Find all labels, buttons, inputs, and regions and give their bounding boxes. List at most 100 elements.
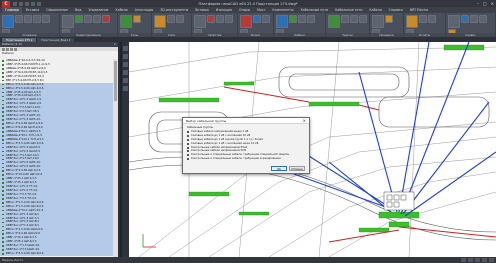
ribbon-tool-button[interactable] [253, 15, 261, 23]
cable-list-scrollbar[interactable] [113, 59, 118, 257]
checkbox-icon[interactable] [187, 130, 189, 133]
collapse-icon[interactable] [14, 47, 17, 51]
cable-label: ВВГнг-3*2,5-0,66 ЩО-4/2,6 [6, 200, 44, 204]
ribbon-tool-button[interactable] [448, 15, 460, 28]
app-logo-icon[interactable]: C [2, 0, 10, 7]
cable-icon [2, 154, 4, 157]
ribbon-tool-button[interactable] [240, 15, 252, 28]
checkbox-icon[interactable] [187, 150, 189, 153]
grid-toggle-icon[interactable] [468, 258, 473, 262]
ribbon-tool-button[interactable] [419, 15, 427, 23]
select-icon[interactable] [123, 70, 128, 75]
ribbon-tool-button[interactable] [225, 15, 233, 23]
ribbon-tool-button[interactable] [154, 15, 166, 28]
settings-icon[interactable] [489, 258, 494, 262]
checkbox-icon[interactable] [187, 158, 189, 161]
ribbon-tool-button[interactable] [406, 15, 418, 28]
ribbon-tool-button[interactable] [167, 15, 175, 23]
ribbon-tool-button[interactable] [289, 15, 297, 23]
ribbon-tool-button[interactable] [93, 15, 101, 23]
checkbox-icon[interactable] [187, 138, 189, 141]
new-file-icon[interactable] [13, 1, 17, 6]
status-layout-tabs[interactable]: Модель Лист1 [2, 257, 23, 263]
cable-group-label: Контрольные и специальные кабели, требую… [191, 157, 281, 161]
cable-list-item[interactable]: ВВГнг-3*2,5-0,66 ЩО-6/2,6 [0, 251, 114, 256]
ribbon-tool-button[interactable] [479, 15, 487, 23]
cable-icon [2, 75, 4, 78]
status-bar: Модель Лист1 [0, 257, 496, 263]
checkbox-icon[interactable] [187, 154, 189, 157]
cable-icon [2, 107, 4, 110]
ribbon-tool-button[interactable] [461, 15, 469, 23]
cable-icon [2, 146, 4, 149]
tree-root-label[interactable]: Кабели [0, 51, 118, 55]
ribbon-tool-button[interactable] [2, 15, 14, 28]
ribbon-tool-button[interactable] [262, 15, 270, 23]
ribbon-tool-button[interactable] [350, 15, 358, 23]
zoom-icon[interactable] [123, 54, 128, 59]
cable-icon [2, 127, 4, 129]
cable-icon [2, 178, 4, 180]
cable-label: ВВГнг-5*10-0,66 ЩР-2/2,6 [6, 173, 43, 177]
checkbox-icon[interactable] [187, 142, 189, 145]
pan-icon[interactable] [123, 46, 128, 51]
ribbon-tool-button[interactable] [75, 15, 83, 23]
cable-icon [2, 229, 4, 232]
ribbon-tool-button[interactable] [194, 15, 206, 28]
ribbon-tool-button[interactable] [33, 15, 41, 23]
ribbon-tool-button[interactable] [62, 15, 74, 28]
dialog-close-button[interactable]: × [303, 118, 306, 124]
scrollbar-thumb[interactable] [114, 61, 117, 101]
cable-icon [2, 198, 4, 200]
minimize-button[interactable]: – [477, 1, 479, 6]
ribbon-tool-button[interactable] [385, 15, 393, 23]
ok-button[interactable]: OK [271, 166, 287, 171]
cable-group-option[interactable]: Контрольные и специальные кабели, требую… [187, 157, 305, 161]
open-file-icon[interactable] [19, 1, 23, 6]
ribbon-tool-button[interactable] [372, 15, 384, 28]
ribbon-tool-button[interactable] [470, 15, 478, 23]
cable-icon [2, 233, 4, 236]
cable-icon [2, 68, 4, 70]
ribbon-tool-button[interactable] [328, 15, 340, 28]
panel-close-button[interactable]: × [113, 42, 118, 47]
checkbox-icon[interactable] [187, 134, 189, 137]
ribbon-tool-button[interactable] [24, 15, 32, 23]
measure-icon[interactable] [123, 78, 128, 83]
ribbon-tool-button[interactable] [176, 15, 184, 23]
ribbon-tool-button[interactable] [428, 15, 436, 23]
cancel-button[interactable]: Отмена [289, 166, 305, 171]
undo-icon[interactable] [31, 1, 35, 6]
cables-panel: Кабели (1-3) × Кабели АВБбШв-4*16-0,4-9,… [0, 42, 120, 257]
layers-icon[interactable] [123, 86, 128, 91]
ribbon-tool-button[interactable] [120, 15, 132, 28]
orbit-icon[interactable] [123, 62, 128, 67]
cable-label: КВВГЭнг-27*1,5 ШРЗ-2/1 [6, 118, 41, 122]
ortho-toggle-icon[interactable] [475, 258, 480, 262]
ribbon-tool-button[interactable] [133, 15, 141, 23]
ribbon-group: Отчёты [404, 13, 446, 37]
ribbon-tool-button[interactable] [359, 15, 367, 23]
maximize-button[interactable]: □ [483, 1, 487, 6]
ribbon-tool-button[interactable] [307, 15, 315, 23]
cable-group-label: Контрольные и специальные кабели, требую… [191, 153, 290, 157]
ribbon-tool-button[interactable] [276, 15, 288, 28]
ribbon-tool-button[interactable] [298, 15, 306, 23]
cable-label: КВВГЭнг-7*2,5 ШУ-110/1 [6, 106, 41, 110]
cable-group-label: Силовые кабели до 1 кВ с изоляцией ниже … [191, 141, 259, 145]
ribbon-tool-button[interactable] [15, 15, 23, 23]
save-icon[interactable] [25, 1, 29, 6]
ribbon-tool-button[interactable] [42, 15, 50, 23]
window-controls: – □ × [477, 1, 494, 6]
checkbox-icon[interactable] [187, 146, 189, 149]
ribbon-tool-button[interactable] [341, 15, 349, 23]
ribbon-tool-button[interactable] [207, 15, 215, 23]
ribbon-tool-button[interactable] [84, 15, 92, 23]
ribbon-tool-button[interactable] [216, 15, 224, 23]
ribbon-group: Слои [152, 13, 192, 37]
polar-toggle-icon[interactable] [482, 258, 487, 262]
snap-toggle-icon[interactable] [461, 258, 466, 262]
close-window-button[interactable]: × [491, 1, 494, 6]
ribbon-tool-button[interactable] [102, 15, 110, 23]
redo-icon[interactable] [37, 1, 41, 6]
